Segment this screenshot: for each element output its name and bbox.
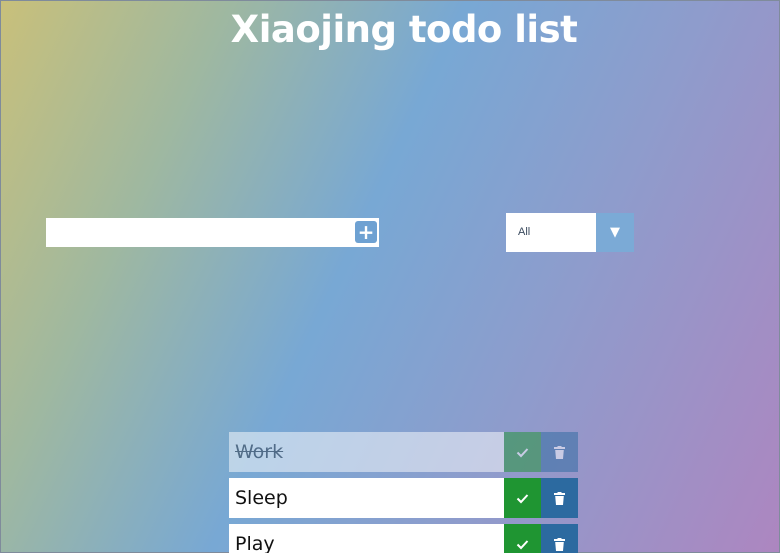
complete-button[interactable] bbox=[504, 432, 541, 472]
check-icon bbox=[516, 493, 529, 503]
todo-item-text: Sleep bbox=[235, 487, 288, 509]
todo-item: Play bbox=[229, 524, 578, 553]
check-icon bbox=[516, 447, 529, 457]
complete-button[interactable] bbox=[504, 478, 541, 518]
plus-icon: + bbox=[357, 220, 375, 244]
check-icon bbox=[516, 539, 529, 549]
complete-button[interactable] bbox=[504, 524, 541, 553]
trash-icon bbox=[554, 491, 565, 505]
delete-button[interactable] bbox=[541, 524, 578, 553]
todo-list: Work Sleep Play bbox=[229, 432, 578, 553]
todo-input[interactable] bbox=[46, 218, 346, 247]
add-todo-button[interactable]: + bbox=[355, 221, 377, 243]
filter-select[interactable]: All ▼ bbox=[506, 213, 634, 252]
filter-selected-value: All bbox=[518, 226, 531, 238]
caret-down-icon[interactable]: ▼ bbox=[596, 213, 634, 252]
page-title: Xiaojing todo list bbox=[230, 8, 578, 51]
todo-item-text: Work bbox=[235, 441, 284, 463]
todo-form: + bbox=[46, 218, 379, 247]
todo-item: Sleep bbox=[229, 478, 578, 518]
delete-button[interactable] bbox=[541, 478, 578, 518]
todo-item: Work bbox=[229, 432, 578, 472]
trash-icon bbox=[554, 537, 565, 551]
todo-item-text: Play bbox=[235, 533, 275, 553]
trash-icon bbox=[554, 445, 565, 459]
delete-button[interactable] bbox=[541, 432, 578, 472]
